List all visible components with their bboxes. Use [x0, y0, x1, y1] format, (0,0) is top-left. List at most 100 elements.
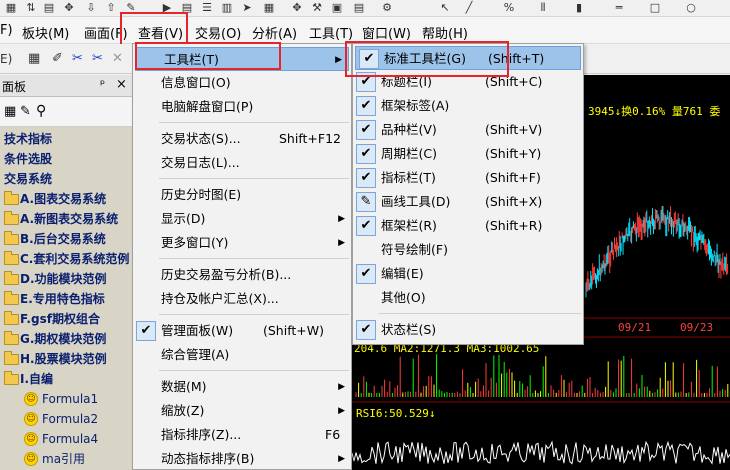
toolbar-submenu-item[interactable]: ✔ 状态栏(S) [353, 318, 583, 342]
view-menu-item[interactable]: 信息窗口(O) [133, 71, 351, 95]
folder-icon [4, 291, 19, 305]
menu-tools[interactable]: 工具(T) [309, 23, 353, 42]
candle-icon[interactable]: ▮ [572, 1, 586, 15]
menu-item-shortcut: F6 [325, 427, 341, 442]
menu-item-label: 品种栏(V) [381, 122, 437, 137]
formula-tree: 技术指标 条件选股 交易系统 A.图表交易系统 A.新图表交易系统 B.后台交易系统 C.套… [0, 127, 132, 470]
search-icon[interactable]: ⚲ [36, 103, 46, 119]
formula-icon: ☺ [24, 392, 38, 406]
line-tool-icon[interactable]: ╱ [462, 1, 476, 15]
view-menu-item[interactable]: 持仓及帐户汇总(X)... [133, 287, 351, 311]
move-icon[interactable]: ✥ [290, 1, 304, 15]
panel-edit-icon[interactable]: ✎ [20, 104, 31, 119]
view-menu-item[interactable]: 历史交易盈亏分析(B)... [133, 263, 351, 287]
tools-icon[interactable]: ⚒ [310, 1, 324, 15]
tree-item-label: 条件选股 [4, 152, 53, 166]
view-menu-item[interactable]: 更多窗口(Y) ▶ [133, 231, 351, 255]
arrow-up-icon[interactable]: ⇧ [104, 1, 118, 15]
menu-bankuai[interactable]: 板块(M) [22, 23, 69, 42]
settings-icon[interactable]: ⚙ [380, 1, 394, 15]
toolbar-submenu-item[interactable]: ✔ 框架栏(R) (Shift+R) [353, 214, 583, 238]
pin-icon[interactable]: ᵖ [100, 77, 105, 91]
grid-icon[interactable]: ▤ [42, 1, 56, 15]
toolbar-submenu-item[interactable]: 符号绘制(F) [353, 238, 583, 262]
circle-icon[interactable]: ○ [684, 1, 698, 15]
tree-item-label: A.图表交易系统 [20, 192, 107, 206]
arrow-down-icon[interactable]: ⇩ [84, 1, 98, 15]
ruler-icon[interactable]: ═ [612, 1, 626, 15]
menu-item-shortcut: Shift+F12 [279, 131, 341, 146]
grid-small-icon[interactable]: ▦ [28, 51, 40, 67]
standard-toolbar-highlight-box [345, 41, 509, 77]
formula-icon: ☺ [24, 412, 38, 426]
toolbar-submenu: ✔ 标准工具栏(G) (Shift+T) ✔ 标题栏(I) (Shift+C) ✔ 框架标签(… [352, 43, 584, 345]
formula-icon: ☺ [24, 452, 38, 466]
menu-bar: F) 板块(M) 画面(F) 查看(V) 交易(O) 分析(A) 工具(T) 窗… [0, 17, 730, 44]
tree-item-label: Formula4 [42, 432, 99, 446]
cursor-small-icon[interactable]: ➤ [240, 1, 254, 15]
page-icon[interactable]: ▥ [220, 1, 234, 15]
toolbar-item-highlight-box [135, 42, 281, 70]
panel-grid-icon[interactable]: ▦ [4, 104, 16, 119]
menu-fragment[interactable]: F) [0, 23, 13, 38]
view-menu-item[interactable]: 交易日志(L)... [133, 151, 351, 175]
menu-item-label: 框架栏(R) [381, 218, 437, 233]
view-menu-item[interactable]: 数据(M) ▶ [133, 375, 351, 399]
toolbar-submenu-item[interactable]: ✔ 框架标签(A) [353, 94, 583, 118]
percent-icon[interactable]: % [502, 1, 516, 15]
view-menu-item[interactable]: 缩放(Z) ▶ [133, 399, 351, 423]
chart-icon[interactable]: ▦ [4, 1, 18, 15]
menu-trade[interactable]: 交易(O) [195, 23, 241, 42]
close-icon[interactable]: × [116, 77, 127, 92]
cursor-icon[interactable]: ✥ [62, 1, 76, 15]
bars-icon[interactable]: ⦀ [536, 1, 550, 15]
submenu-arrow-icon: ▶ [335, 55, 342, 65]
scissors2-icon[interactable]: ✂ [92, 51, 103, 67]
view-menu-item[interactable]: 动态指标排序(B) ▶ [133, 447, 351, 470]
view-menu-item[interactable]: ✔ 管理面板(W) (Shift+W) [133, 319, 351, 343]
table-icon[interactable]: ▦ [262, 1, 276, 15]
folder-icon [4, 211, 19, 225]
view-menu-item[interactable]: 综合管理(A) [133, 343, 351, 367]
menu-help[interactable]: 帮助(H) [422, 23, 468, 42]
menu-item-label: 信息窗口(O) [161, 75, 231, 90]
menu-item-label: 画线工具(D) [381, 194, 451, 209]
tree-item-label: F.gsf期权组合 [20, 312, 100, 326]
square-icon[interactable]: □ [648, 1, 662, 15]
tree-item-label: I.自编 [20, 372, 54, 386]
view-menu-item[interactable]: 交易状态(S)... Shift+F12 [133, 127, 351, 151]
toolbar-submenu-item[interactable]: ✔ 编辑(E) [353, 262, 583, 286]
tree-item-label: B.后台交易系统 [20, 232, 106, 246]
sort-icon[interactable]: ⇅ [24, 1, 38, 15]
menu-item-label: 历史分时图(E) [161, 187, 242, 202]
panel-header: 面板 ᵖ × [0, 75, 132, 97]
view-menu-item[interactable]: 历史分时图(E) [133, 183, 351, 207]
menu-item-label: 管理面板(W) [161, 323, 234, 338]
menu-separator [159, 122, 349, 123]
date-label-0921: 09/21 [618, 321, 652, 334]
menu-item-label: 数据(M) [161, 379, 207, 394]
tree-item-label: ma引用 [42, 452, 86, 466]
display-icon[interactable]: ▣ [330, 1, 344, 15]
formula-icon: ☺ [24, 432, 38, 446]
toolbar-submenu-item[interactable]: ✎ 画线工具(D) (Shift+X) [353, 190, 583, 214]
menu-item-label: 综合管理(A) [161, 347, 230, 362]
menu-analysis[interactable]: 分析(A) [252, 23, 297, 42]
delete-icon[interactable]: ✕ [112, 51, 123, 67]
toolbar2-fragment[interactable]: E) [0, 51, 12, 67]
view-menu-item[interactable]: 显示(D) ▶ [133, 207, 351, 231]
pen-icon[interactable]: ✐ [52, 51, 63, 67]
tree-item-label: C.套利交易系统范例 [20, 252, 130, 266]
document2-icon[interactable]: ▤ [352, 1, 366, 15]
toolbar-submenu-item[interactable]: ✔ 品种栏(V) (Shift+V) [353, 118, 583, 142]
toolbar-submenu-item[interactable]: ✔ 指标栏(T) (Shift+F) [353, 166, 583, 190]
list-icon[interactable]: ☰ [200, 1, 214, 15]
select-arrow-icon[interactable]: ↖ [438, 1, 452, 15]
view-menu-item[interactable]: 指标排序(Z)... F6 [133, 423, 351, 447]
check-icon: ✔ [356, 120, 376, 140]
view-menu-item[interactable]: 电脑解盘窗口(P) [133, 95, 351, 119]
scissors-icon[interactable]: ✂ [72, 51, 83, 67]
toolbar-submenu-item[interactable]: 其他(O) [353, 286, 583, 310]
menu-window[interactable]: 窗口(W) [362, 23, 411, 42]
toolbar-submenu-item[interactable]: ✔ 周期栏(C) (Shift+Y) [353, 142, 583, 166]
